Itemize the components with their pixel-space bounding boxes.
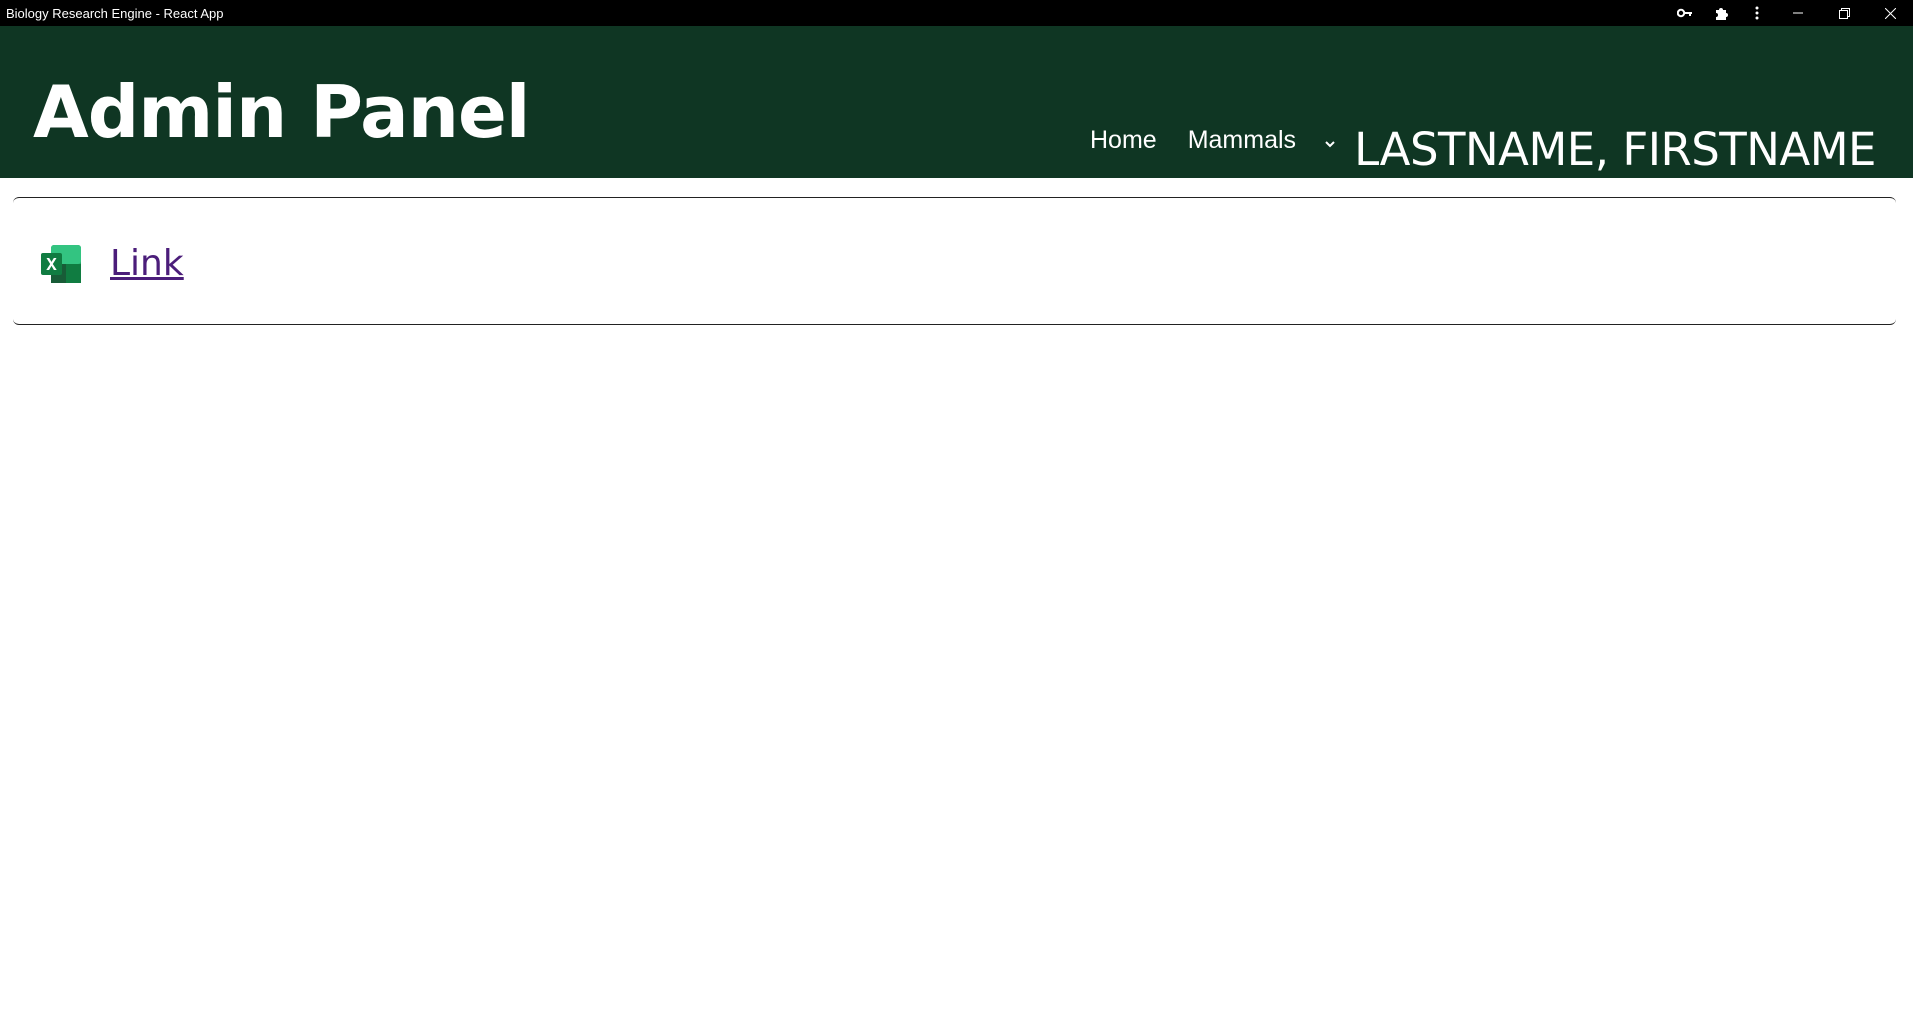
window-titlebar: Biology Research Engine - React App [0, 0, 1913, 26]
chevron-down-icon [1325, 135, 1335, 152]
window-controls [1667, 0, 1913, 26]
app-header: Admin Panel Home Mammals LASTNAME, FIRST… [0, 26, 1913, 178]
nav-mammals-dropdown[interactable]: Mammals [1188, 126, 1335, 155]
page-title: Admin Panel [33, 70, 530, 154]
more-vert-icon[interactable] [1739, 0, 1775, 26]
nav-mammals-label: Mammals [1187, 126, 1297, 154]
nav-home-link[interactable]: Home [1090, 126, 1157, 155]
extensions-icon[interactable] [1703, 0, 1739, 26]
user-name: LASTNAME, FIRSTNAME [1354, 123, 1876, 176]
excel-icon [41, 244, 81, 283]
window-title: Biology Research Engine - React App [6, 5, 224, 21]
file-link-row: Link [41, 243, 184, 284]
key-icon[interactable] [1667, 0, 1703, 26]
close-icon[interactable] [1867, 0, 1913, 26]
content-panel: Link [13, 197, 1896, 325]
file-link[interactable]: Link [110, 243, 184, 284]
main-nav: Home Mammals [1090, 126, 1335, 155]
minimize-icon[interactable] [1775, 0, 1821, 26]
restore-icon[interactable] [1821, 0, 1867, 26]
